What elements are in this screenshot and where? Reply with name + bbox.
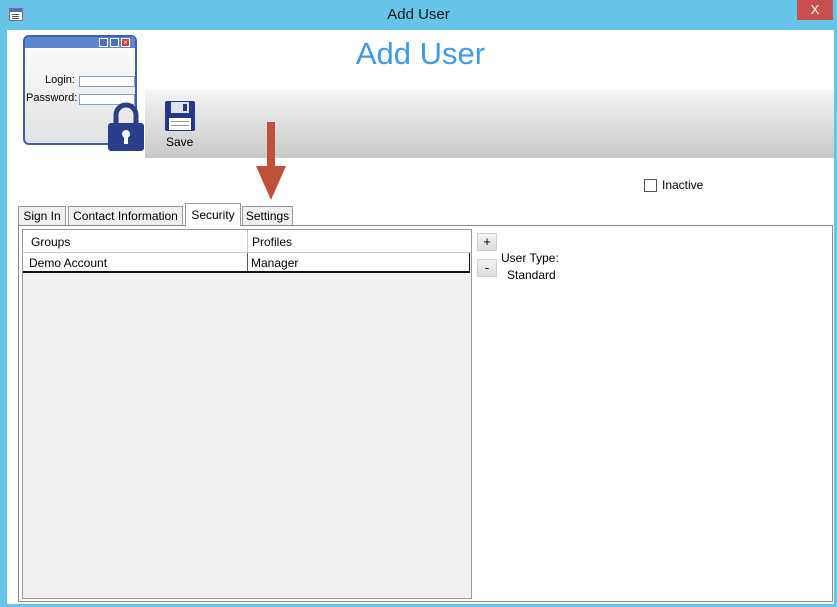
inactive-label: Inactive — [662, 178, 704, 192]
save-label: Save — [166, 135, 194, 149]
security-tab-panel: Groups Profiles Demo Account Manager + -… — [18, 225, 833, 602]
title-bar: Add User X — [0, 0, 837, 30]
tab-settings[interactable]: Settings — [242, 206, 293, 225]
logo-login-label: Login: — [45, 74, 75, 86]
window-content: × Login: Password: Add User Save Inactiv… — [7, 30, 834, 604]
inactive-checkbox[interactable] — [644, 179, 657, 192]
toolbar: Save — [145, 90, 834, 158]
page-title: Add User — [355, 36, 486, 71]
tab-security[interactable]: Security — [185, 203, 241, 226]
tab-sign-in[interactable]: Sign In — [18, 206, 66, 225]
window-title: Add User — [387, 6, 450, 23]
column-header-groups[interactable]: Groups — [31, 235, 70, 249]
cell-profile: Manager — [251, 256, 299, 270]
remove-button[interactable]: - — [477, 259, 497, 277]
cell-group: Demo Account — [29, 256, 108, 270]
logo-login-box — [79, 76, 135, 87]
grid-header: Groups Profiles — [23, 230, 471, 253]
logo-password-label: Password: — [26, 92, 78, 104]
user-type-label: User Type: — [501, 251, 559, 265]
groups-profiles-grid: Groups Profiles Demo Account Manager — [22, 229, 472, 599]
column-divider[interactable] — [247, 230, 248, 252]
table-row[interactable]: Demo Account Manager — [23, 253, 470, 273]
tab-contact-information[interactable]: Contact Information — [68, 206, 183, 225]
save-button[interactable]: Save — [164, 100, 198, 150]
lock-icon — [107, 100, 145, 155]
user-type-value: Standard — [507, 268, 556, 282]
close-button[interactable]: X — [797, 0, 833, 20]
column-header-profiles[interactable]: Profiles — [252, 235, 292, 249]
floppy-disk-icon — [165, 101, 195, 131]
add-button[interactable]: + — [477, 233, 497, 251]
arrow-down-icon — [255, 122, 287, 205]
cell-divider — [247, 253, 248, 271]
